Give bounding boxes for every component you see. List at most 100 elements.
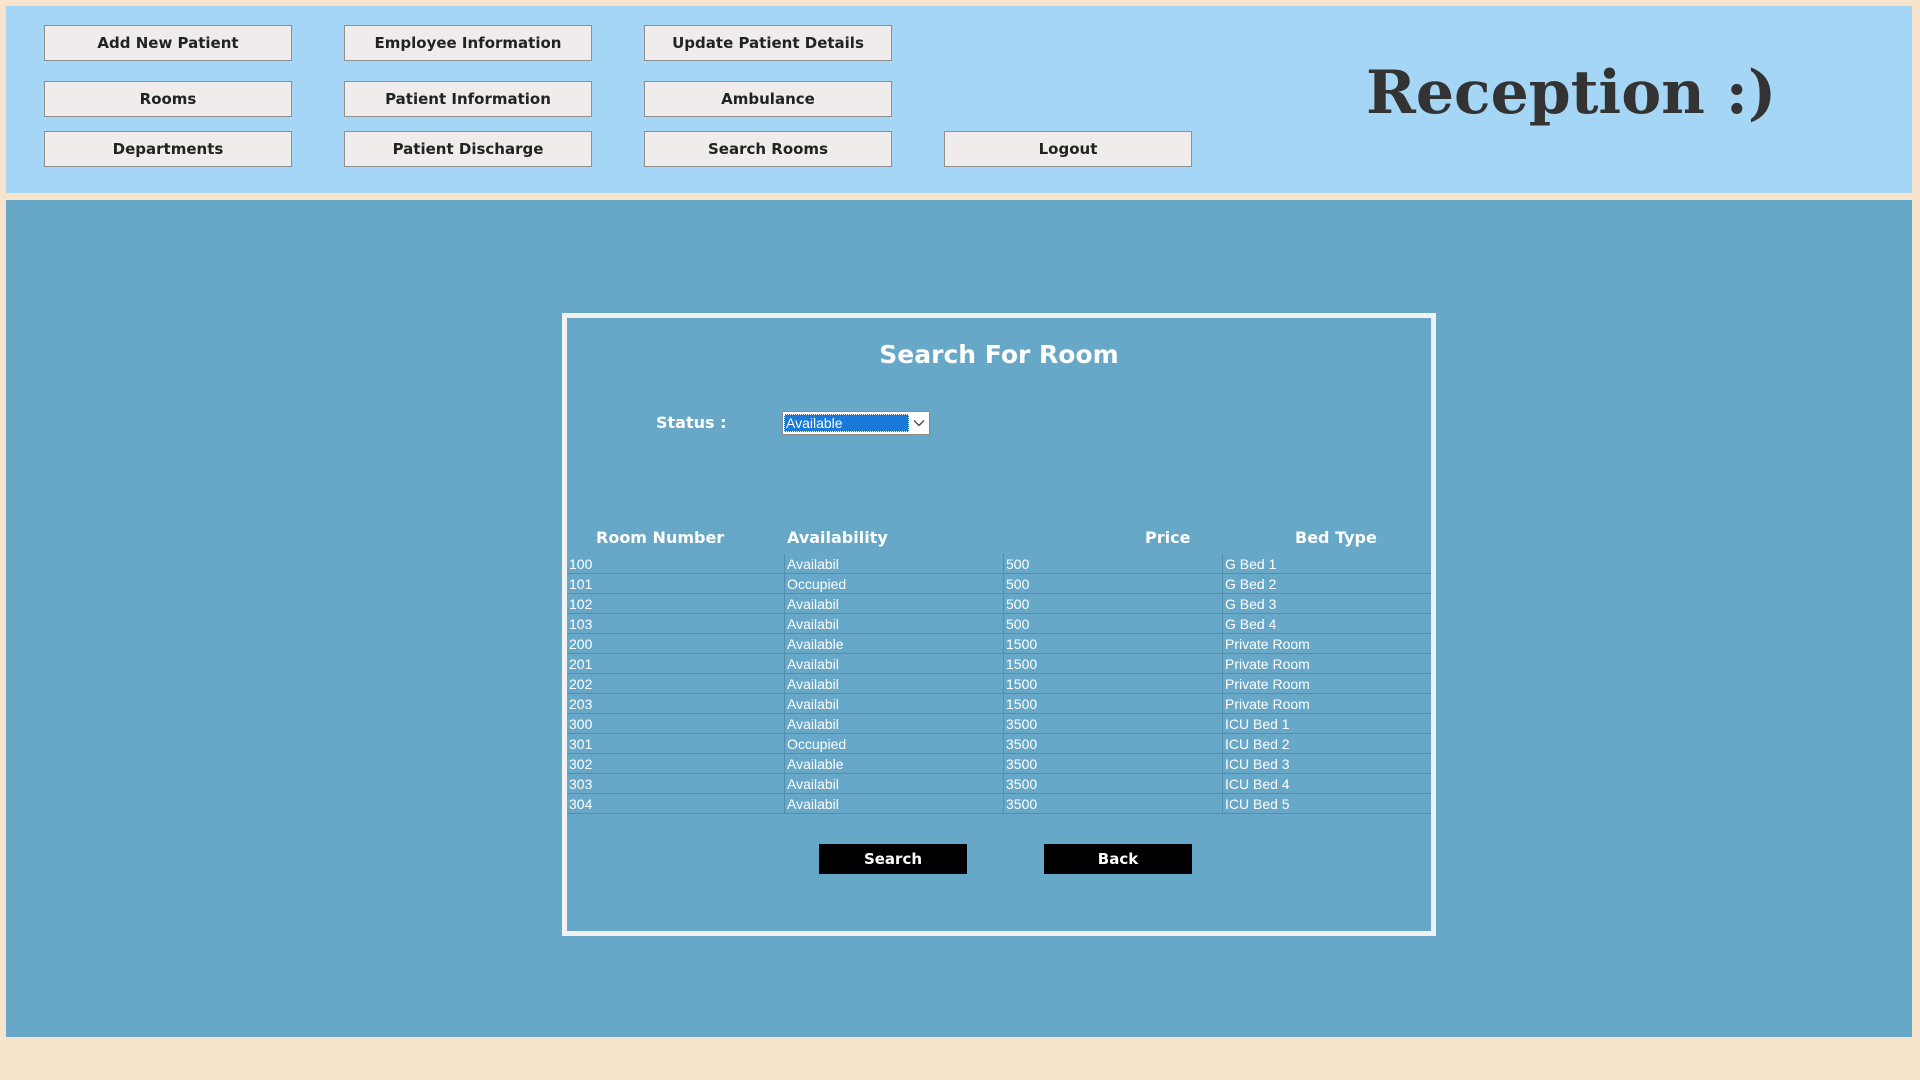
- column-header-availability[interactable]: Availability: [787, 528, 888, 547]
- cell-bed-type: G Bed 3: [1225, 596, 1277, 612]
- ambulance-button[interactable]: Ambulance: [644, 81, 892, 117]
- table-row[interactable]: 201 Availabil 1500 Private Room: [567, 654, 1431, 674]
- column-separator: [1222, 654, 1223, 674]
- cell-availability: Availabil: [787, 556, 839, 572]
- table-row[interactable]: 301 Occupied 3500 ICU Bed 2: [567, 734, 1431, 754]
- patient-discharge-button[interactable]: Patient Discharge: [344, 131, 592, 167]
- cell-room-number: 102: [569, 596, 593, 612]
- cell-room-number: 100: [569, 556, 593, 572]
- column-separator: [784, 554, 785, 574]
- cell-availability: Availabil: [787, 796, 839, 812]
- column-separator: [784, 794, 785, 814]
- cell-availability: Availabil: [787, 616, 839, 632]
- cell-bed-type: Private Room: [1225, 676, 1310, 692]
- cell-bed-type: G Bed 1: [1225, 556, 1277, 572]
- update-patient-details-button[interactable]: Update Patient Details: [644, 25, 892, 61]
- cell-availability: Availabil: [787, 656, 839, 672]
- table-row[interactable]: 102 Availabil 500 G Bed 3: [567, 594, 1431, 614]
- chevron-down-icon[interactable]: [909, 412, 929, 434]
- column-separator: [1003, 734, 1004, 754]
- patient-information-button[interactable]: Patient Information: [344, 81, 592, 117]
- cell-price: 500: [1006, 556, 1030, 572]
- cell-price: 1500: [1006, 696, 1038, 712]
- cell-room-number: 201: [569, 656, 593, 672]
- table-row[interactable]: 202 Availabil 1500 Private Room: [567, 674, 1431, 694]
- cell-price: 1500: [1006, 676, 1038, 692]
- table-row[interactable]: 103 Availabil 500 G Bed 4: [567, 614, 1431, 634]
- rooms-button[interactable]: Rooms: [44, 81, 292, 117]
- cell-room-number: 202: [569, 676, 593, 692]
- cell-room-number: 301: [569, 736, 593, 752]
- cell-price: 500: [1006, 616, 1030, 632]
- column-separator: [1003, 794, 1004, 814]
- top-navigation-panel: Add New Patient Employee Information Upd…: [6, 6, 1912, 193]
- cell-availability: Available: [787, 756, 844, 772]
- column-separator: [1003, 754, 1004, 774]
- table-row[interactable]: 304 Availabil 3500 ICU Bed 5: [567, 794, 1431, 814]
- cell-price: 1500: [1006, 656, 1038, 672]
- cell-availability: Availabil: [787, 676, 839, 692]
- employee-information-button[interactable]: Employee Information: [344, 25, 592, 61]
- cell-price: 500: [1006, 596, 1030, 612]
- column-separator: [1222, 674, 1223, 694]
- column-separator: [1222, 554, 1223, 574]
- column-header-room-number[interactable]: Room Number: [596, 528, 724, 547]
- table-row[interactable]: 203 Availabil 1500 Private Room: [567, 694, 1431, 714]
- cell-price: 500: [1006, 576, 1030, 592]
- column-separator: [784, 614, 785, 634]
- table-row[interactable]: 200 Available 1500 Private Room: [567, 634, 1431, 654]
- column-separator: [1003, 574, 1004, 594]
- column-separator: [784, 754, 785, 774]
- room-table: 100 Availabil 500 G Bed 1 101 Occupied 500 G Be…: [567, 554, 1431, 814]
- cell-bed-type: ICU Bed 5: [1225, 796, 1290, 812]
- status-dropdown[interactable]: Available: [782, 411, 930, 435]
- column-separator: [1003, 774, 1004, 794]
- cell-price: 3500: [1006, 796, 1038, 812]
- back-button[interactable]: Back: [1044, 844, 1192, 874]
- cell-availability: Occupied: [787, 736, 847, 752]
- cell-room-number: 200: [569, 636, 593, 652]
- column-header-bed-type[interactable]: Bed Type: [1295, 528, 1377, 547]
- cell-room-number: 203: [569, 696, 593, 712]
- departments-button[interactable]: Departments: [44, 131, 292, 167]
- column-separator: [1222, 734, 1223, 754]
- column-separator: [1222, 714, 1223, 734]
- column-header-price[interactable]: Price: [1145, 528, 1190, 547]
- column-separator: [1003, 654, 1004, 674]
- column-separator: [1222, 574, 1223, 594]
- column-separator: [1003, 614, 1004, 634]
- search-button[interactable]: Search: [819, 844, 967, 874]
- column-separator: [784, 694, 785, 714]
- column-separator: [784, 654, 785, 674]
- column-separator: [1003, 714, 1004, 734]
- cell-bed-type: ICU Bed 2: [1225, 736, 1290, 752]
- table-row[interactable]: 303 Availabil 3500 ICU Bed 4: [567, 774, 1431, 794]
- search-rooms-button[interactable]: Search Rooms: [644, 131, 892, 167]
- table-row[interactable]: 101 Occupied 500 G Bed 2: [567, 574, 1431, 594]
- cell-bed-type: ICU Bed 1: [1225, 716, 1290, 732]
- cell-availability: Availabil: [787, 596, 839, 612]
- column-separator: [1222, 594, 1223, 614]
- column-separator: [1222, 794, 1223, 814]
- status-selected-value: Available: [784, 414, 909, 432]
- column-separator: [1003, 554, 1004, 574]
- logout-button[interactable]: Logout: [944, 131, 1192, 167]
- add-new-patient-button[interactable]: Add New Patient: [44, 25, 292, 61]
- cell-room-number: 103: [569, 616, 593, 632]
- cell-bed-type: Private Room: [1225, 636, 1310, 652]
- dialog-title: Search For Room: [879, 340, 1119, 369]
- table-row[interactable]: 302 Available 3500 ICU Bed 3: [567, 754, 1431, 774]
- cell-bed-type: ICU Bed 3: [1225, 756, 1290, 772]
- column-separator: [1222, 774, 1223, 794]
- column-separator: [784, 674, 785, 694]
- cell-availability: Occupied: [787, 576, 847, 592]
- table-row[interactable]: 300 Availabil 3500 ICU Bed 1: [567, 714, 1431, 734]
- cell-availability: Availabil: [787, 696, 839, 712]
- cell-price: 1500: [1006, 636, 1038, 652]
- column-separator: [784, 594, 785, 614]
- table-row[interactable]: 100 Availabil 500 G Bed 1: [567, 554, 1431, 574]
- column-separator: [1222, 634, 1223, 654]
- cell-price: 3500: [1006, 756, 1038, 772]
- cell-bed-type: Private Room: [1225, 656, 1310, 672]
- column-separator: [784, 734, 785, 754]
